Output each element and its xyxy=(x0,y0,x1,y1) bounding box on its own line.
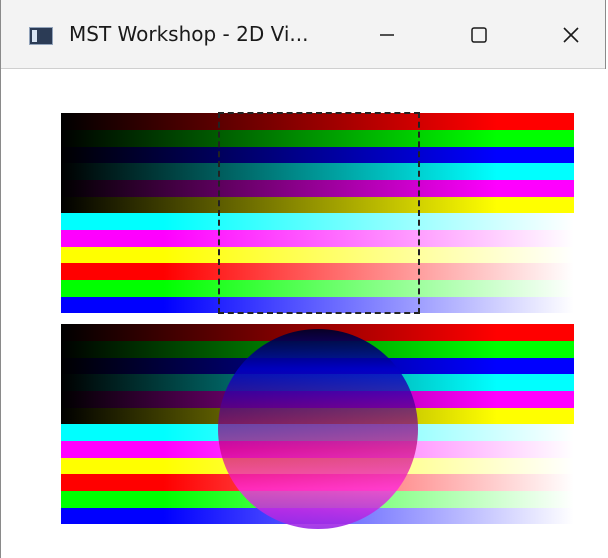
window-title: MST Workshop - 2D Vi... xyxy=(69,22,309,46)
app-window-icon xyxy=(29,27,53,45)
view-canvas[interactable] xyxy=(2,69,606,558)
close-icon xyxy=(563,27,579,43)
minimize-button[interactable] xyxy=(357,14,417,56)
color-gradient-panel-top[interactable] xyxy=(61,112,574,314)
app-window: MST Workshop - 2D Vi... xyxy=(0,0,606,558)
minimize-icon xyxy=(380,34,394,36)
close-button[interactable] xyxy=(541,14,601,56)
circle-shape[interactable] xyxy=(218,329,418,529)
selection-rectangle[interactable] xyxy=(218,112,420,314)
maximize-button[interactable] xyxy=(449,14,509,56)
maximize-icon xyxy=(471,27,487,43)
title-bar[interactable]: MST Workshop - 2D Vi... xyxy=(1,0,605,69)
color-gradient-panel-bottom[interactable] xyxy=(61,324,574,529)
